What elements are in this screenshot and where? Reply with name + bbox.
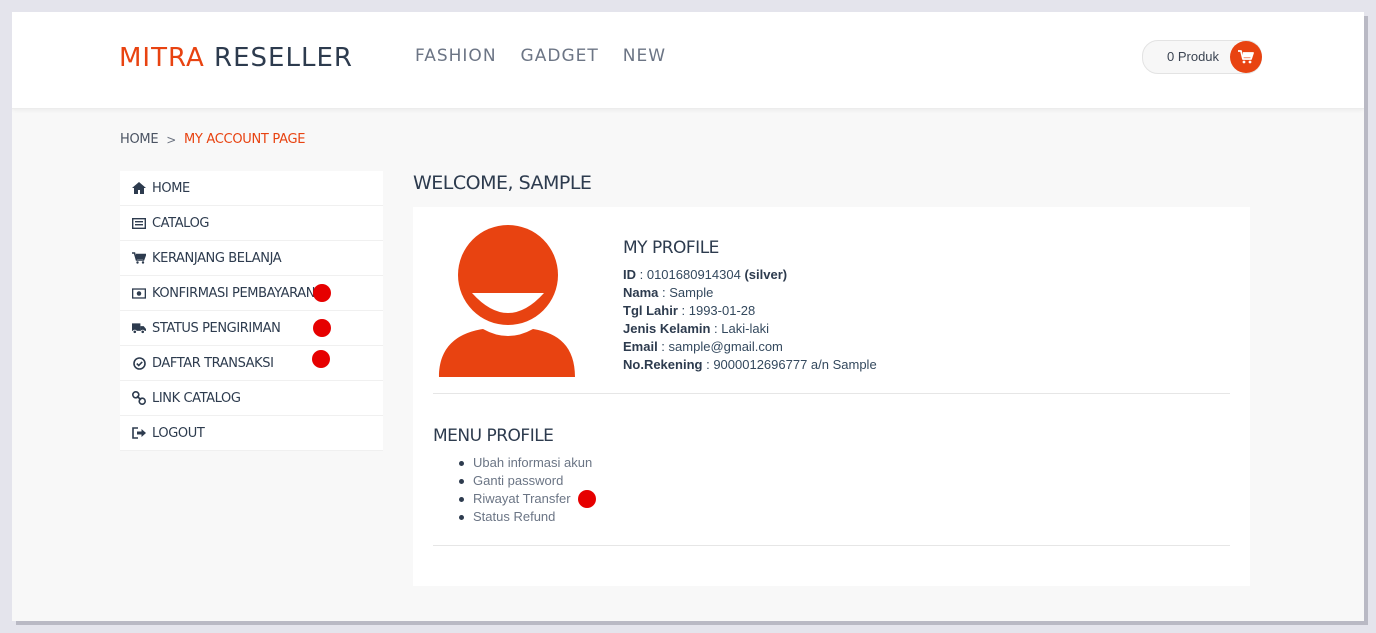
breadcrumb-separator: > [166,132,177,147]
profile-tgl-row: Tgl Lahir : 1993-01-28 [623,303,756,318]
cart-icon [132,251,146,265]
red-marker [578,490,596,508]
profile-email-label: Email [623,339,658,354]
welcome-heading: WELCOME, SAMPLE [413,172,592,194]
menu-item-riwayat-transfer[interactable]: Riwayat Transfer [459,490,592,508]
menu-item-ubah-informasi[interactable]: Ubah informasi akun [459,454,592,472]
home-icon [132,181,146,195]
sidebar-item-daftar-transaksi[interactable]: DAFTAR TRANSAKSI [120,346,383,381]
top-nav: FASHION GADGET NEW [415,46,666,66]
brand-logo[interactable]: MITRA RESELLER [119,43,353,73]
sidebar-item-label: KERANJANG BELANJA [152,251,282,266]
cart-button[interactable] [1230,41,1262,73]
profile-id-value: 0101680914304 [646,267,741,282]
profile-tgl-label: Tgl Lahir [623,303,678,318]
sidebar-item-label: LINK CATALOG [152,391,241,406]
sidebar-item-catalog[interactable]: CATALOG [120,206,383,241]
brand-part2: RESELLER [214,43,353,73]
profile-id-row: ID : 0101680914304 (silver) [623,267,788,282]
account-sidebar: HOME CATALOG KERANJANG BELANJA KONFIRMAS… [120,171,383,451]
sidebar-item-konfirmasi[interactable]: KONFIRMASI PEMBAYARAN [120,276,383,311]
profile-rekening-value: 9000012696777 a/n Sample [713,357,877,372]
profile-rekening-row: No.Rekening : 9000012696777 a/n Sample [623,357,877,372]
nav-fashion[interactable]: FASHION [415,46,497,66]
profile-jk-label: Jenis Kelamin [623,321,711,336]
divider [433,393,1230,394]
profile-id-label: ID [623,267,636,282]
page-frame: MITRA RESELLER FASHION GADGET NEW 0 Prod… [12,12,1364,621]
user-avatar-icon [439,225,575,377]
menu-item-ganti-password[interactable]: Ganti password [459,472,592,490]
profile-rekening-label: No.Rekening [623,357,703,372]
sidebar-item-home[interactable]: HOME [120,171,383,206]
divider [433,545,1230,546]
profile-email-value: sample@gmail.com [668,339,783,354]
sidebar-item-status-pengiriman[interactable]: STATUS PENGIRIMAN [120,311,383,346]
check-circle-icon [132,356,146,370]
link-icon [132,391,146,405]
menu-profile-list: Ubah informasi akun Ganti password Riway… [459,454,592,526]
sidebar-item-label: DAFTAR TRANSAKSI [152,356,274,371]
profile-tier: (silver) [744,267,788,282]
red-marker [312,350,330,368]
sidebar-item-label: STATUS PENGIRIMAN [152,321,281,336]
site-header: MITRA RESELLER FASHION GADGET NEW 0 Prod… [12,12,1364,109]
my-profile-title: MY PROFILE [623,238,719,258]
sidebar-item-label: CATALOG [152,216,210,231]
sidebar-item-label: KONFIRMASI PEMBAYARAN [152,286,316,301]
sidebar-item-logout[interactable]: LOGOUT [120,416,383,451]
menu-profile-title: MENU PROFILE [433,426,554,446]
money-icon [132,286,146,300]
profile-nama-label: Nama [623,285,659,300]
menu-item-status-refund[interactable]: Status Refund [459,508,592,526]
red-marker [313,284,331,302]
profile-details: ID : 0101680914304 (silver) Nama : Sampl… [623,266,877,374]
cart-icon [1238,50,1254,64]
breadcrumb-home[interactable]: HOME [120,132,159,147]
profile-jk-value: Laki-laki [721,321,769,336]
sidebar-item-label: HOME [152,181,190,196]
profile-jk-row: Jenis Kelamin : Laki-laki [623,321,769,336]
truck-icon [132,321,146,335]
profile-nama-value: Sample [669,285,714,300]
brand-part1: MITRA [119,43,205,73]
nav-gadget[interactable]: GADGET [521,46,599,66]
cart-widget[interactable]: 0 Produk [1142,40,1262,74]
sidebar-item-label: LOGOUT [152,426,205,441]
nav-new[interactable]: NEW [623,46,666,66]
sidebar-item-keranjang[interactable]: KERANJANG BELANJA [120,241,383,276]
breadcrumb: HOME > MY ACCOUNT PAGE [120,132,305,147]
sign-out-icon [132,426,146,440]
sidebar-item-link-catalog[interactable]: LINK CATALOG [120,381,383,416]
profile-tgl-value: 1993-01-28 [688,303,756,318]
profile-email-row: Email : sample@gmail.com [623,339,783,354]
list-icon [132,216,146,230]
profile-panel: MY PROFILE ID : 0101680914304 (silver) N… [413,207,1250,586]
red-marker [313,319,331,337]
breadcrumb-current: MY ACCOUNT PAGE [184,132,306,147]
cart-count-label: 0 Produk [1167,49,1220,64]
profile-nama-row: Nama : Sample [623,285,714,300]
